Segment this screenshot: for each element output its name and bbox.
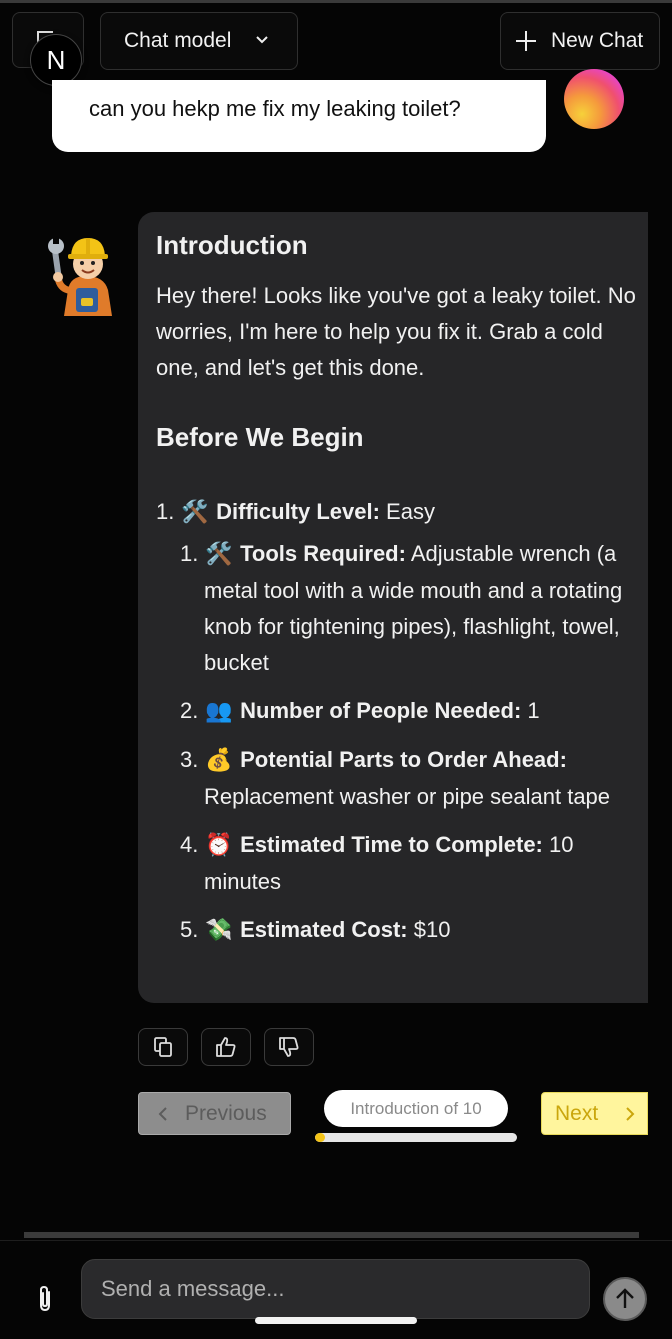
user-message-bubble: can you hekp me fix my leaking toilet?	[52, 80, 546, 152]
time-label: Estimated Time to Complete:	[240, 832, 543, 857]
before-we-begin-heading: Before We Begin	[156, 422, 364, 452]
thumbs-down-button[interactable]	[264, 1028, 314, 1066]
chevron-down-icon	[256, 36, 268, 44]
list-number: 3.	[180, 747, 199, 772]
assistant-message-bubble: Introduction Hey there! Looks like you'v…	[138, 212, 648, 1003]
thumbs-down-icon	[279, 1037, 299, 1057]
new-chat-label: New Chat	[551, 29, 644, 52]
copy-button[interactable]	[138, 1028, 188, 1066]
list-number: 4.	[180, 832, 199, 857]
before-we-begin-list: 1. 🛠️ Tools Required: Adjustable wrench (…	[180, 536, 640, 961]
app-logo: N	[30, 34, 82, 86]
progress-text: Introduction of 10	[350, 1098, 482, 1118]
money-bag-emoji-icon: 💰	[205, 748, 233, 773]
tools-emoji-icon: 🛠️	[181, 500, 209, 525]
parts-label: Potential Parts to Order Ahead:	[240, 747, 567, 772]
list-number: 1.	[180, 541, 199, 566]
next-button[interactable]: Next	[541, 1092, 648, 1135]
message-input[interactable]	[81, 1259, 590, 1319]
list-number: 1.	[156, 499, 175, 524]
user-avatar	[564, 69, 624, 129]
parts-value: Replacement washer or pipe sealant tape	[204, 784, 611, 809]
list-item-tools: 1. 🛠️ Tools Required: Adjustable wrench (…	[180, 536, 640, 681]
people-emoji-icon: 👥	[205, 699, 233, 724]
user-message-text: can you hekp me fix my leaking toilet?	[89, 96, 461, 121]
list-item-time: 4. ⏰ Estimated Time to Complete: 10 minut…	[180, 827, 640, 900]
step-progress-label: Introduction of 10	[324, 1090, 508, 1127]
top-border	[0, 0, 672, 3]
list-item-people: 2. 👥 Number of People Needed: 1	[180, 693, 640, 730]
list-item-cost: 5. 💸 Estimated Cost: $10	[180, 912, 640, 949]
introduction-text: Hey there! Looks like you've got a leaky…	[156, 283, 636, 380]
list-number: 2.	[180, 698, 199, 723]
alarm-clock-emoji-icon: ⏰	[205, 833, 233, 858]
list-number: 5.	[180, 917, 199, 942]
thumbs-up-icon	[216, 1037, 236, 1057]
horizontal-scrollbar[interactable]	[24, 1232, 639, 1238]
tools-emoji-icon: 🛠️	[205, 542, 233, 567]
cost-label: Estimated Cost:	[240, 917, 408, 942]
chevron-left-icon	[158, 1106, 167, 1121]
difficulty-item: 1. 🛠️ Difficulty Level: Easy	[156, 494, 636, 531]
difficulty-label: Difficulty Level:	[216, 499, 380, 524]
home-indicator	[255, 1317, 417, 1324]
chevron-right-icon	[626, 1107, 635, 1121]
logo-letter: N	[46, 44, 66, 75]
model-selector-button[interactable]: Chat model	[100, 12, 298, 70]
paperclip-icon[interactable]	[34, 1284, 56, 1314]
previous-button[interactable]: Previous	[138, 1092, 291, 1135]
next-label: Next	[555, 1101, 599, 1125]
people-value: 1	[521, 698, 540, 723]
previous-label: Previous	[185, 1101, 267, 1125]
tools-label: Tools Required:	[240, 541, 406, 566]
chat-page: N Chat model New Chat can you hekp me fi…	[0, 0, 672, 1339]
people-label: Number of People Needed:	[240, 698, 522, 723]
plumber-avatar-icon	[48, 236, 112, 316]
difficulty-value: Easy	[379, 499, 435, 524]
new-chat-button[interactable]: New Chat	[500, 12, 660, 70]
progress-bar-fill	[315, 1133, 326, 1142]
plus-icon	[516, 31, 536, 51]
cost-value: $10	[407, 917, 451, 942]
divider	[0, 1240, 672, 1241]
arrow-up-icon	[616, 1288, 634, 1308]
thumbs-up-button[interactable]	[201, 1028, 251, 1066]
send-button[interactable]	[603, 1277, 647, 1321]
progress-bar	[315, 1133, 517, 1142]
money-wings-emoji-icon: 💸	[205, 918, 233, 943]
copy-icon	[154, 1037, 172, 1057]
introduction-heading: Introduction	[156, 230, 308, 260]
list-item-parts: 3. 💰 Potential Parts to Order Ahead: Repl…	[180, 742, 640, 815]
model-selector-label: Chat model	[124, 29, 232, 52]
